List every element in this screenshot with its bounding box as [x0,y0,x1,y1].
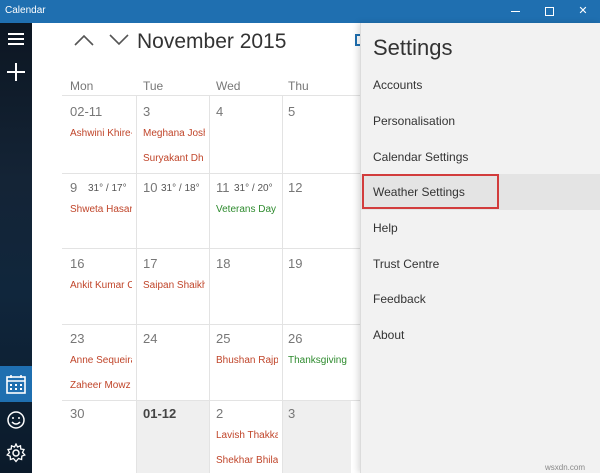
day-number[interactable]: 11 [216,180,230,195]
day-number[interactable]: 18 [216,256,230,271]
close-icon: ✕ [578,5,588,17]
day-number[interactable]: 2 [216,406,223,421]
settings-item-trust-centre[interactable]: Trust Centre [373,257,439,271]
birthday-event[interactable]: Shekhar Bhilar [216,455,278,466]
watermark: wsxdn.com [545,463,586,472]
settings-item-personalisation[interactable]: Personalisation [373,114,455,128]
day-number[interactable]: 24 [143,331,157,346]
birthday-event[interactable]: Ankit Kumar C [70,280,132,291]
birthday-event[interactable]: Meghana Josh [143,128,205,139]
day-number[interactable]: 5 [288,104,295,119]
window-title: Calendar [5,5,46,16]
settings-item-feedback[interactable]: Feedback [373,292,426,306]
birthday-event[interactable]: Saipan Shaikh [143,280,205,291]
birthday-event[interactable]: Shweta Hasar [70,204,132,215]
birthday-event[interactable]: Ashwini Khire- [70,128,132,139]
title-bar: Calendar ✕ [0,0,600,23]
plus-icon[interactable] [7,63,25,81]
maximize-icon [545,7,554,16]
minimize-button[interactable] [498,0,532,23]
day-number[interactable]: 26 [288,331,302,346]
weather-temp: 31° / 20° [234,183,273,194]
day-number[interactable]: 19 [288,256,302,271]
day-number[interactable]: 23 [70,331,84,346]
settings-item-help[interactable]: Help [373,221,398,235]
weather-temp: 31° / 17° [88,183,127,194]
grid-line [209,95,210,473]
day-number[interactable]: 4 [216,104,223,119]
menu-icon[interactable] [8,33,24,45]
day-number[interactable]: 10 [143,180,157,195]
smiley-icon[interactable] [6,410,26,430]
settings-item-calendar-settings[interactable]: Calendar Settings [373,150,468,164]
day-number[interactable]: 02-11 [70,104,102,119]
weather-temp: 31° / 18° [161,183,200,194]
month-title: November 2015 [137,30,287,53]
weekday-label: Mon [70,79,94,93]
day-number[interactable]: 3 [143,104,150,119]
holiday-event[interactable]: Veterans Day [216,204,278,215]
birthday-event[interactable]: Zaheer Mowz [70,380,132,391]
grid-line [62,248,360,249]
previous-month-button[interactable] [73,33,95,47]
calendar-icon [6,375,26,394]
day-number[interactable]: 12 [288,180,302,195]
day-number[interactable]: 30 [70,406,84,421]
day-number[interactable]: 01-12 [143,406,176,421]
holiday-event[interactable]: Thanksgiving [288,355,358,366]
day-number[interactable]: 17 [143,256,157,271]
grid-line [62,95,360,96]
left-rail [0,23,32,473]
birthday-event[interactable]: Bhushan Rajp [216,355,278,366]
gear-icon[interactable] [6,443,26,463]
birthday-event[interactable]: Suryakant Dh [143,153,205,164]
settings-item-weather-settings[interactable]: Weather Settings [373,185,465,199]
day-number[interactable]: 16 [70,256,84,271]
birthday-event[interactable]: Anne Sequeira [70,355,132,366]
weekday-label: Tue [143,79,164,93]
settings-title: Settings [373,35,453,60]
day-number[interactable]: 25 [216,331,230,346]
grid-line [62,324,360,325]
weekday-label: Wed [216,79,241,93]
minimize-icon [511,11,520,12]
grid-line [62,173,360,174]
settings-item-accounts[interactable]: Accounts [373,78,422,92]
calendar-view-button[interactable] [0,366,32,402]
weekday-label: Thu [288,79,309,93]
settings-item-about[interactable]: About [373,328,404,342]
settings-pane: Settings Accounts Personalisation Calend… [360,23,600,473]
maximize-button[interactable] [532,0,566,23]
day-number[interactable]: 9 [70,180,77,195]
next-month-button[interactable] [108,33,130,47]
birthday-event[interactable]: Lavish Thakka [216,430,278,441]
close-button[interactable]: ✕ [566,0,600,23]
day-number[interactable]: 3 [288,406,295,421]
